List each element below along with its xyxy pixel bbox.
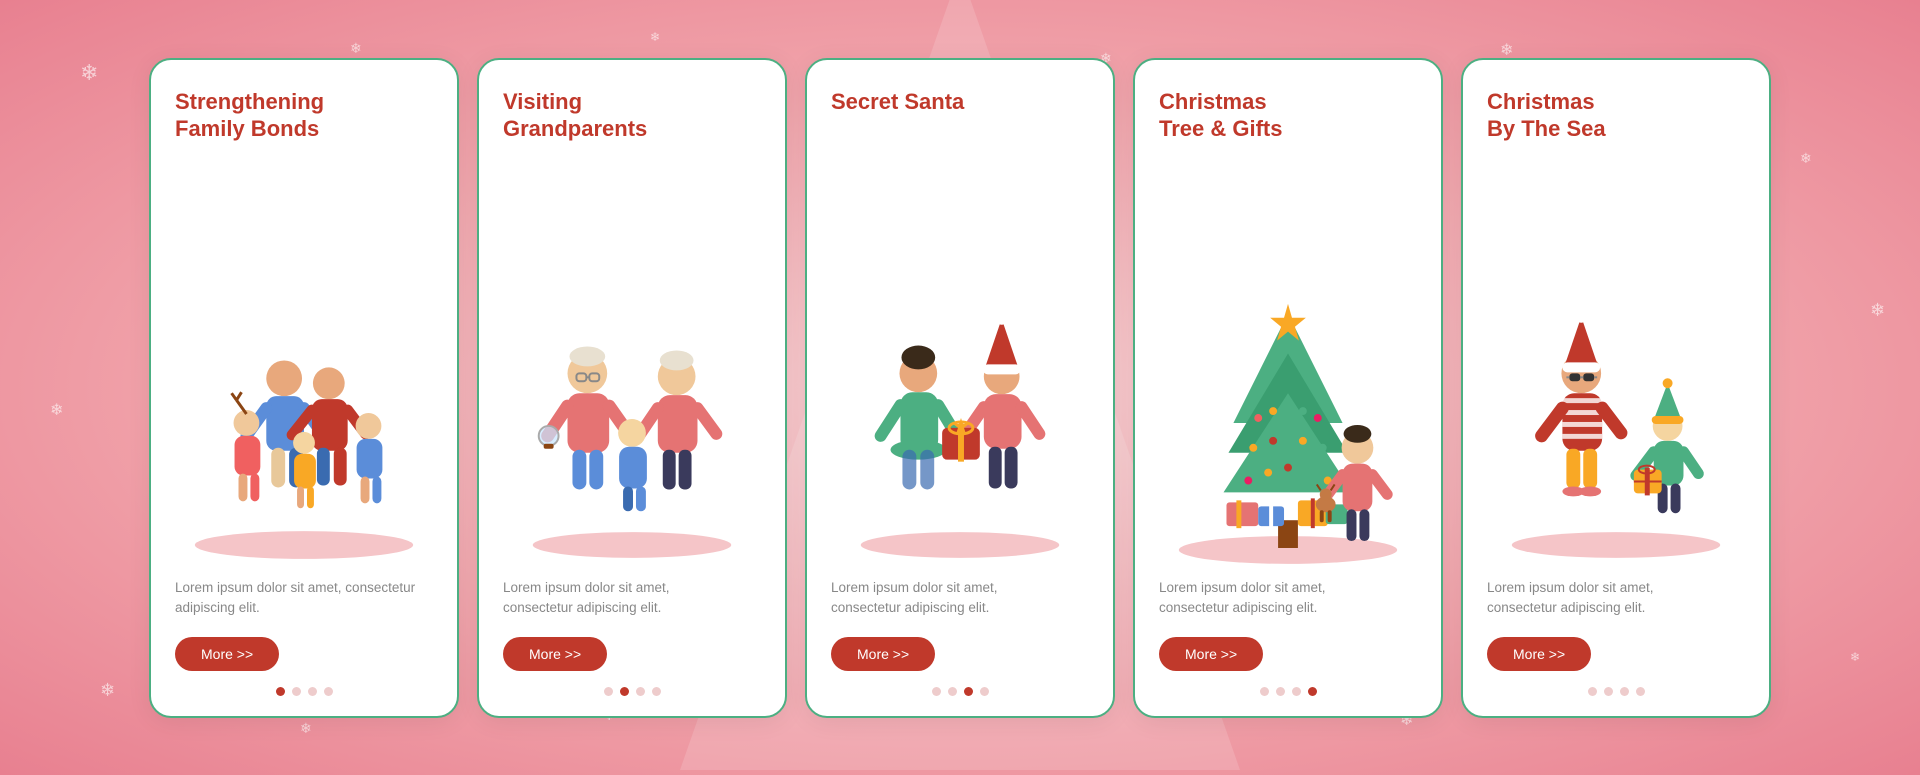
snowflake-icon: ❄ [300, 720, 312, 737]
card-5-body: Lorem ipsum dolor sit amet,consectetur a… [1487, 578, 1654, 619]
card-2-illustration [503, 162, 761, 569]
card-1-body: Lorem ipsum dolor sit amet, consectetur … [175, 578, 433, 619]
dot [324, 687, 333, 696]
snowflake-icon: ❄ [100, 680, 115, 701]
dot [292, 687, 301, 696]
card-4-dots [1159, 687, 1417, 696]
dot [1260, 687, 1269, 696]
dot [1620, 687, 1629, 696]
card-visiting-grandparents: VisitingGrandparents [477, 58, 787, 718]
card-3-dots [831, 687, 1089, 696]
card-5-more-button[interactable]: More >> [1487, 637, 1591, 671]
dot [980, 687, 989, 696]
card-3-illustration [831, 162, 1089, 569]
card-4-more-button[interactable]: More >> [1159, 637, 1263, 671]
dot-active [964, 687, 973, 696]
card-1-title: StrengtheningFamily Bonds [175, 88, 324, 148]
dot [308, 687, 317, 696]
card-2-title: VisitingGrandparents [503, 88, 647, 148]
snowflake-icon: ❄ [1850, 650, 1860, 664]
dot [1276, 687, 1285, 696]
snowflake-icon: ❄ [1870, 300, 1885, 321]
card-secret-santa: Secret Santa [805, 58, 1115, 718]
dot [1588, 687, 1597, 696]
card-3-title: Secret Santa [831, 88, 964, 148]
card-family-bonds: StrengtheningFamily Bonds [149, 58, 459, 718]
card-4-illustration [1159, 162, 1417, 569]
cards-container: StrengtheningFamily Bonds [149, 58, 1771, 718]
snowflake-icon: ❄ [650, 30, 660, 44]
card-3-more-button[interactable]: More >> [831, 637, 935, 671]
card-2-dots [503, 687, 761, 696]
dot [652, 687, 661, 696]
card-4-body: Lorem ipsum dolor sit amet,consectetur a… [1159, 578, 1326, 619]
snowflake-icon: ❄ [350, 40, 362, 57]
snowflake-icon: ❄ [50, 400, 63, 420]
dot [1292, 687, 1301, 696]
dot [948, 687, 957, 696]
dot-active [1308, 687, 1317, 696]
dot [932, 687, 941, 696]
card-3-body: Lorem ipsum dolor sit amet,consectetur a… [831, 578, 998, 619]
dot [604, 687, 613, 696]
card-2-more-button[interactable]: More >> [503, 637, 607, 671]
card-2-body: Lorem ipsum dolor sit amet,consectetur a… [503, 578, 670, 619]
snowflake-icon: ❄ [1800, 150, 1812, 167]
card-1-dots [175, 687, 433, 696]
card-5-illustration [1487, 162, 1745, 569]
card-4-title: ChristmasTree & Gifts [1159, 88, 1282, 148]
card-5-title: ChristmasBy The Sea [1487, 88, 1606, 148]
card-5-dots [1487, 687, 1745, 696]
dot [1604, 687, 1613, 696]
dot [636, 687, 645, 696]
snowflake-icon: ❄ [80, 60, 98, 86]
card-christmas-sea: ChristmasBy The Sea [1461, 58, 1771, 718]
dot [1636, 687, 1645, 696]
dot-active [620, 687, 629, 696]
card-christmas-tree: ChristmasTree & Gifts [1133, 58, 1443, 718]
dot-active [276, 687, 285, 696]
card-1-more-button[interactable]: More >> [175, 637, 279, 671]
card-1-illustration [175, 162, 433, 569]
